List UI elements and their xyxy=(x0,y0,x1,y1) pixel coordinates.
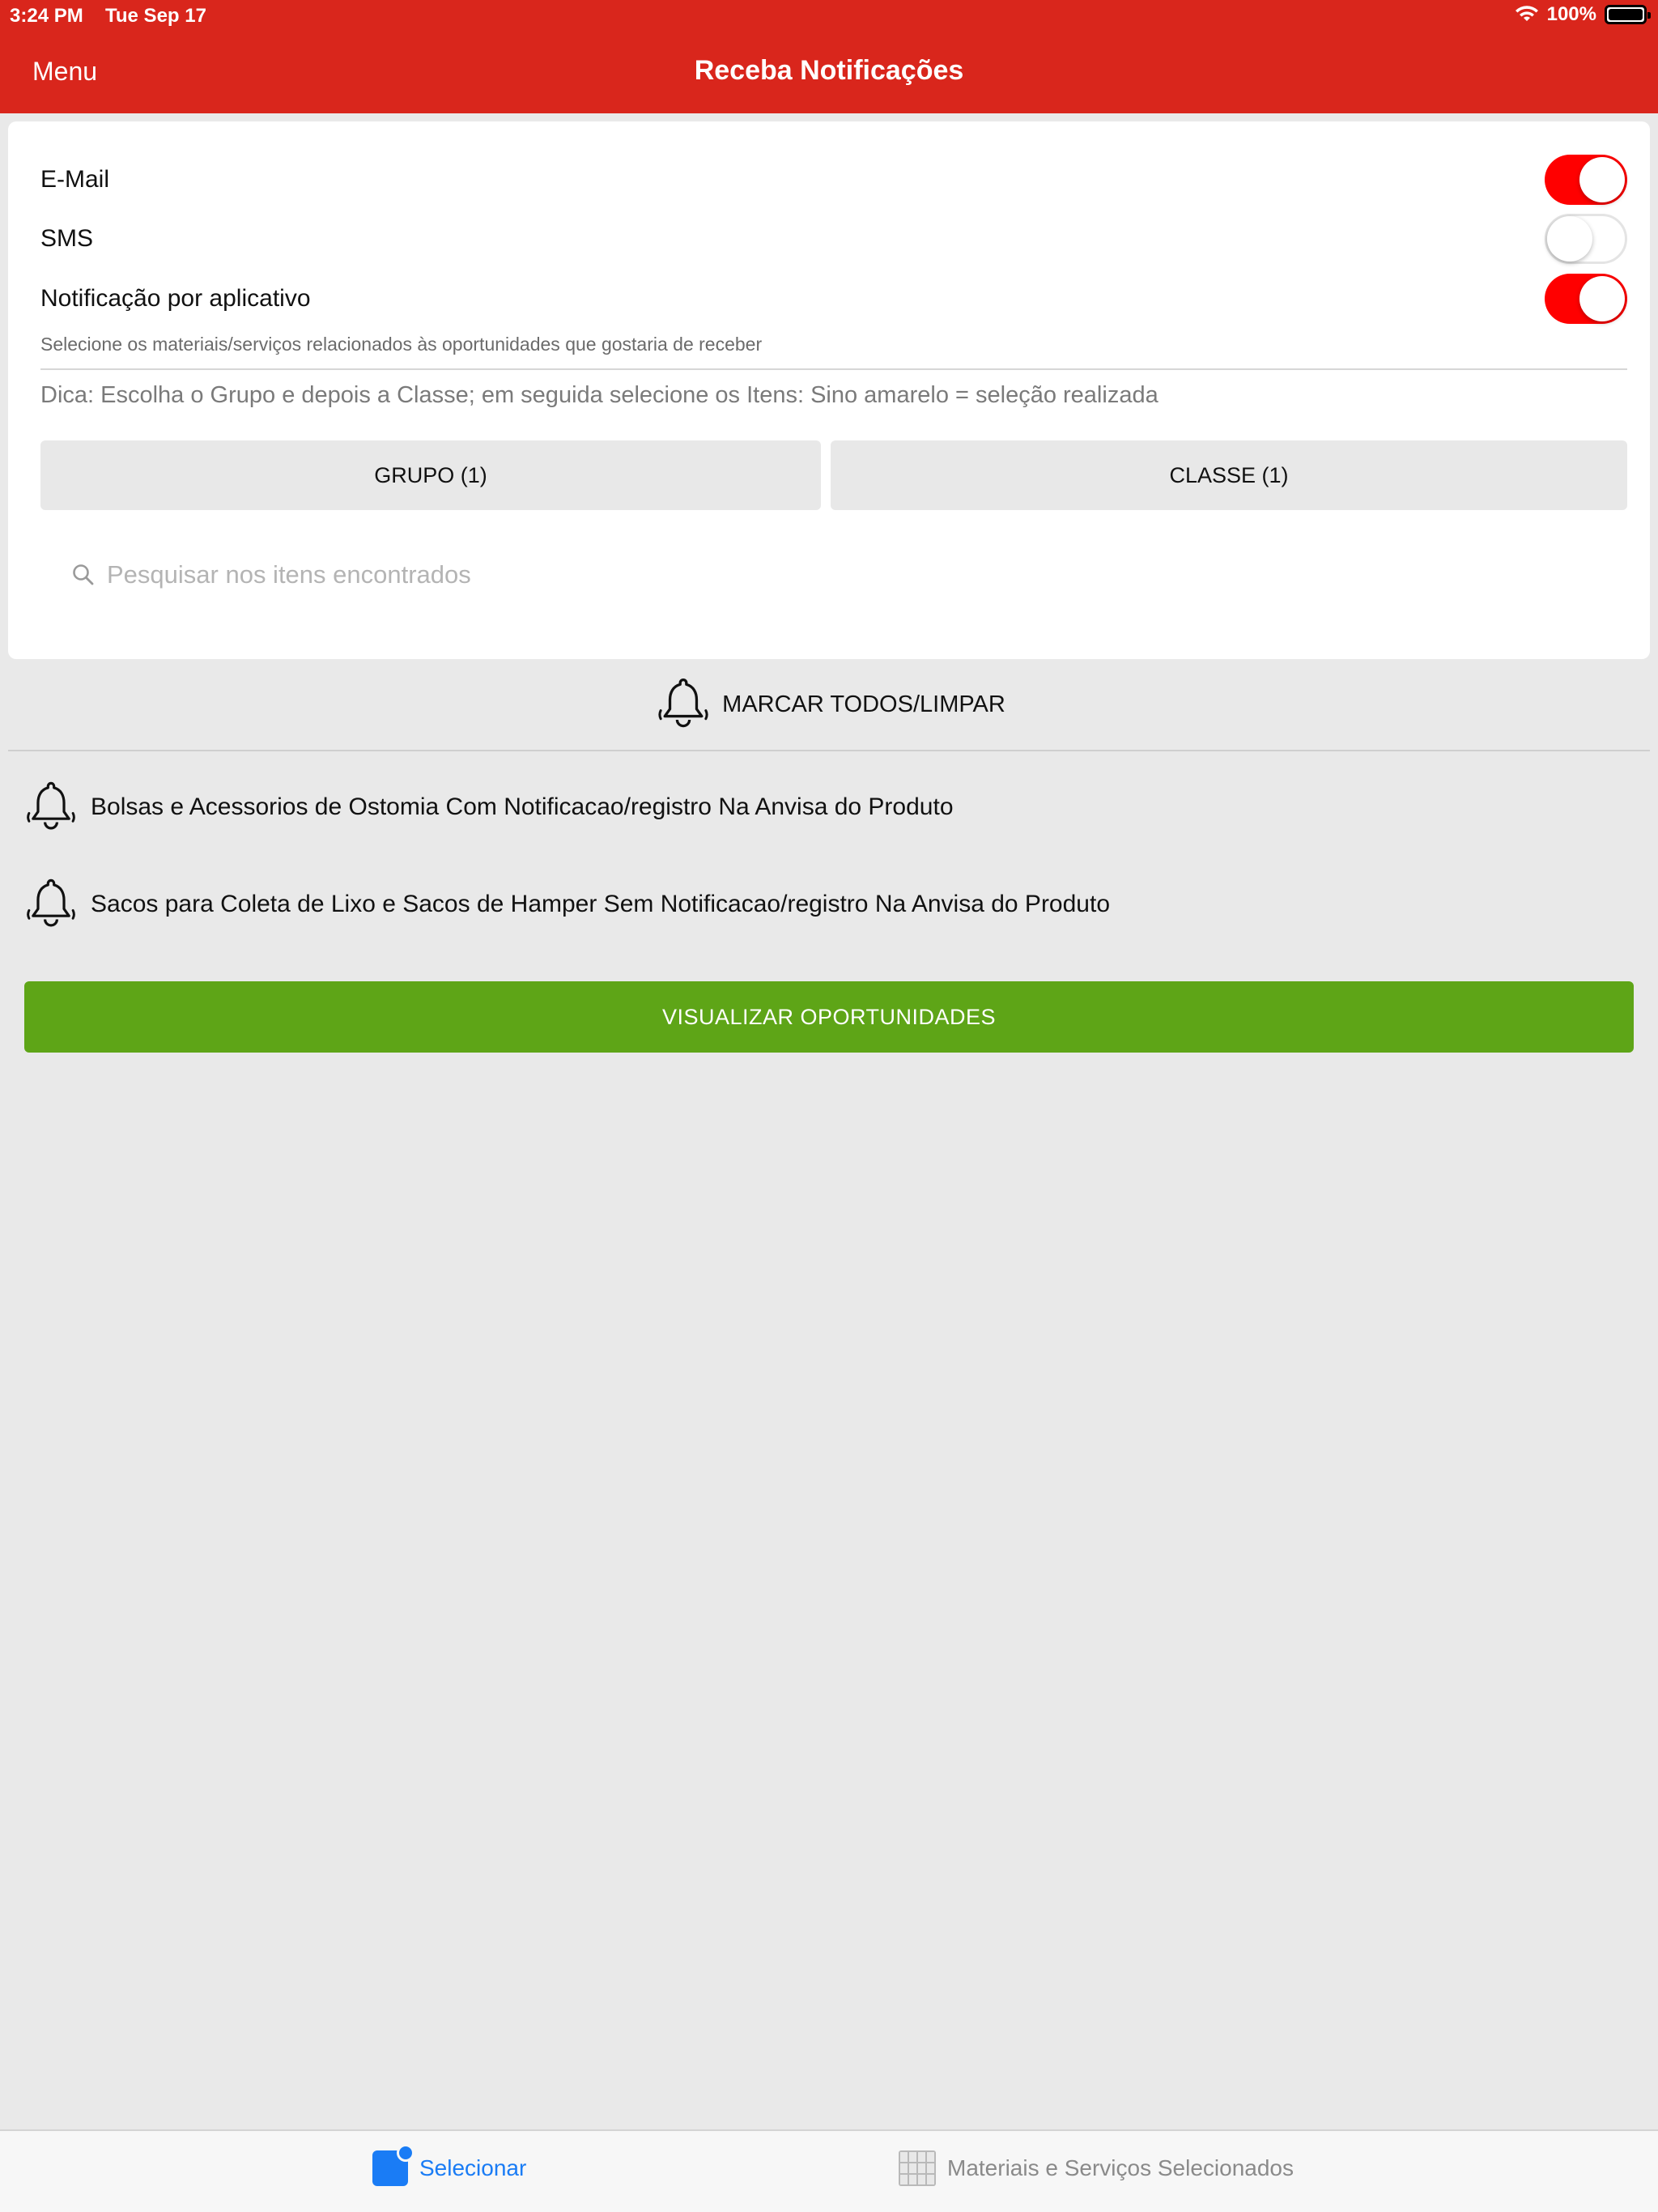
list-item[interactable]: Sacos para Coleta de Lixo e Sacos de Ham… xyxy=(21,868,1632,941)
toggle-row-app: Notificação por aplicativo xyxy=(40,270,1627,327)
list-item-label: Bolsas e Acessorios de Ostomia Com Notif… xyxy=(91,793,954,820)
bell-icon xyxy=(658,678,708,728)
wifi-icon xyxy=(1515,6,1538,21)
header-bar: 3:24 PM Tue Sep 17 100% Menu Receba Noti… xyxy=(0,0,1658,113)
search-input[interactable] xyxy=(107,560,1402,589)
status-date: Tue Sep 17 xyxy=(105,5,206,27)
battery-icon xyxy=(1605,5,1651,24)
app-notification-toggle[interactable] xyxy=(1545,274,1627,324)
tab-selecionar[interactable]: Selecionar xyxy=(372,2144,527,2186)
mark-all-button[interactable]: MARCAR TODOS/LIMPAR xyxy=(0,669,1658,740)
status-right: 100% xyxy=(1515,3,1651,26)
toggle-label-sms: SMS xyxy=(40,225,94,252)
list-separator xyxy=(8,750,1650,751)
status-bar: 3:24 PM Tue Sep 17 100% xyxy=(0,0,1658,32)
grid-icon xyxy=(899,2150,936,2186)
select-tab-icon xyxy=(372,2144,414,2186)
search-icon xyxy=(73,564,94,585)
toggle-label-email: E-Mail xyxy=(40,166,110,193)
tab-selecionar-label: Selecionar xyxy=(419,2155,527,2180)
view-opportunities-button[interactable]: VISUALIZAR OPORTUNIDADES xyxy=(24,981,1634,1053)
list-item-label: Sacos para Coleta de Lixo e Sacos de Ham… xyxy=(91,891,1111,917)
toggle-label-app: Notificação por aplicativo xyxy=(40,285,311,312)
divider xyxy=(40,368,1627,370)
status-time: 3:24 PM xyxy=(10,5,83,27)
tab-materiais-label: Materiais e Serviços Selecionados xyxy=(947,2155,1294,2180)
instruction-text: Selecione os materiais/serviços relacion… xyxy=(40,334,763,355)
search-bar xyxy=(40,542,1627,607)
tab-materiais-servicos[interactable]: Materiais e Serviços Selecionados xyxy=(899,2150,1294,2186)
mark-all-label: MARCAR TODOS/LIMPAR xyxy=(722,691,1005,717)
screen: 3:24 PM Tue Sep 17 100% Menu Receba Noti… xyxy=(0,0,1658,2212)
toggle-row-email: E-Mail xyxy=(40,151,1627,208)
sms-toggle[interactable] xyxy=(1545,214,1627,264)
settings-card: E-Mail SMS Notificação por aplicativo Se… xyxy=(8,121,1650,659)
tab-bar: Selecionar Materiais e Serviços Selecion… xyxy=(0,2129,1658,2212)
page-title: Receba Notificações xyxy=(694,55,964,86)
grupo-button[interactable]: GRUPO (1) xyxy=(40,440,821,510)
battery-percent: 100% xyxy=(1546,3,1596,25)
bell-icon xyxy=(27,878,75,927)
email-toggle[interactable] xyxy=(1545,155,1627,205)
bell-icon xyxy=(27,781,75,830)
tip-text: Dica: Escolha o Grupo e depois a Classe;… xyxy=(40,382,1158,408)
classe-button[interactable]: CLASSE (1) xyxy=(831,440,1627,510)
toggle-row-sms: SMS xyxy=(40,211,1627,267)
list-item[interactable]: Bolsas e Acessorios de Ostomia Com Notif… xyxy=(21,771,1632,844)
